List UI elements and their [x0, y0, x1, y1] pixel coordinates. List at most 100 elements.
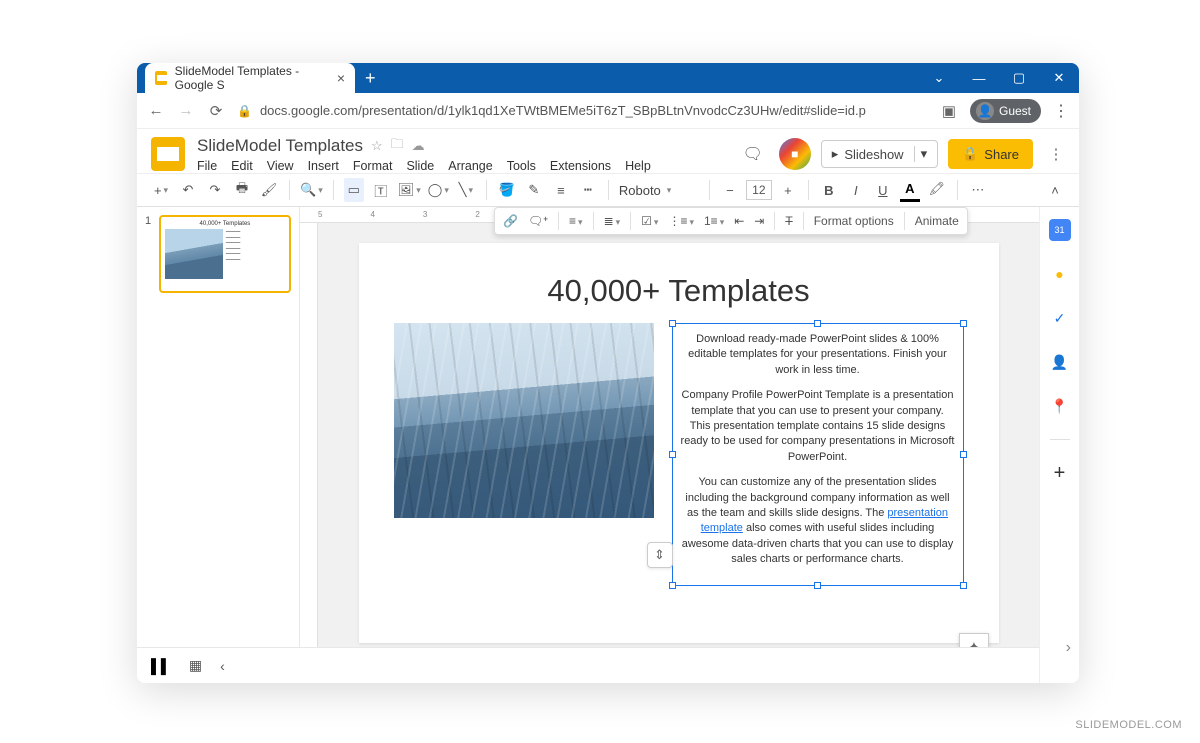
new-tab-button[interactable]: + — [365, 68, 376, 89]
font-size-decrease[interactable]: − — [720, 178, 740, 202]
resize-handle[interactable] — [960, 320, 967, 327]
font-size-increase[interactable]: + — [778, 178, 798, 202]
doc-title[interactable]: SlideModel Templates — [197, 136, 363, 156]
forward-icon[interactable]: → — [177, 102, 195, 119]
checklist-icon[interactable]: ☑▾ — [641, 214, 658, 228]
border-color-icon[interactable]: ✎ — [524, 178, 544, 202]
menu-tools[interactable]: Tools — [507, 159, 536, 173]
resize-handle[interactable] — [960, 582, 967, 589]
collapse-toolbar-icon[interactable]: ˄ — [1045, 178, 1065, 202]
clear-formatting-icon[interactable]: T — [785, 214, 792, 228]
resize-handle[interactable] — [814, 582, 821, 589]
numbered-list-icon[interactable]: 1≡▾ — [704, 214, 724, 228]
menu-extensions[interactable]: Extensions — [550, 159, 611, 173]
slide-image[interactable] — [394, 323, 654, 518]
bold-icon[interactable]: B — [819, 178, 839, 202]
menu-arrange[interactable]: Arrange — [448, 159, 492, 173]
keep-icon[interactable]: ● — [1049, 263, 1071, 285]
text-color-icon[interactable]: A — [900, 178, 920, 202]
line-spacing-icon[interactable]: ≣▾ — [604, 214, 621, 228]
select-tool-icon[interactable]: ▭ — [344, 178, 364, 202]
filmstrip-view-icon[interactable]: ▌▌ — [151, 658, 171, 674]
browser-titlebar: SlideModel Templates - Google S × + ⌄ — … — [137, 63, 1079, 93]
indent-decrease-icon[interactable]: ⇤ — [734, 214, 744, 228]
tab-search-icon[interactable]: ⌄ — [919, 63, 959, 93]
lock-icon: 🔒 — [237, 104, 252, 118]
maximize-icon[interactable]: ▢ — [999, 63, 1039, 93]
underline-icon[interactable]: U — [873, 178, 893, 202]
zoom-icon[interactable]: 🔍▾ — [300, 178, 323, 202]
image-icon[interactable]: 🖼▾ — [398, 178, 421, 202]
back-icon[interactable]: ← — [147, 102, 165, 119]
resize-handle[interactable] — [814, 320, 821, 327]
autofit-icon[interactable]: ⇕ — [647, 542, 673, 568]
line-icon[interactable]: ╲▾ — [456, 178, 476, 202]
indent-increase-icon[interactable]: ⇥ — [754, 214, 764, 228]
menu-format[interactable]: Format — [353, 159, 393, 173]
resize-handle[interactable] — [669, 582, 676, 589]
text-box-selected[interactable]: Download ready-made PowerPoint slides & … — [672, 323, 964, 586]
header-overflow-icon[interactable]: ⋮ — [1047, 145, 1065, 163]
textbox-icon[interactable]: 🅃 — [371, 178, 391, 202]
insert-link-icon[interactable]: 🔗 — [503, 214, 518, 228]
share-button[interactable]: 🔒 Share — [948, 139, 1033, 169]
install-icon[interactable]: ▣ — [940, 102, 958, 120]
undo-icon[interactable]: ↶ — [178, 178, 198, 202]
slide-canvas[interactable]: 40,000+ Templates — [359, 243, 999, 643]
align-icon[interactable]: ≡▾ — [569, 214, 583, 228]
comments-icon[interactable]: 🗨 — [737, 138, 769, 170]
menu-insert[interactable]: Insert — [308, 159, 339, 173]
browser-menu-icon[interactable]: ⋮ — [1053, 101, 1069, 121]
menu-view[interactable]: View — [267, 159, 294, 173]
print-icon[interactable]: 🖶 — [232, 178, 252, 202]
slideshow-button[interactable]: ▸ Slideshow ▾ — [821, 140, 938, 168]
menu-slide[interactable]: Slide — [406, 159, 434, 173]
font-size-input[interactable]: 12 — [746, 180, 772, 200]
tab-close-icon[interactable]: × — [337, 70, 345, 86]
paint-format-icon[interactable]: 🖌 — [259, 178, 279, 202]
url-field[interactable]: 🔒 docs.google.com/presentation/d/1ylk1qd… — [237, 103, 928, 118]
minimize-icon[interactable]: — — [959, 63, 999, 93]
meet-icon[interactable]: ■ — [779, 138, 811, 170]
resize-handle[interactable] — [669, 451, 676, 458]
menu-edit[interactable]: Edit — [231, 159, 253, 173]
maps-icon[interactable]: 📍 — [1049, 395, 1071, 417]
fill-color-icon[interactable]: 🪣 — [497, 178, 517, 202]
contextual-toolbar: 🔗 🗨⁺ ≡▾ ≣▾ ☑▾ ⋮≡▾ 1≡▾ ⇤ ⇥ T — [494, 207, 968, 235]
reload-icon[interactable]: ⟳ — [207, 102, 225, 120]
google-slides-logo[interactable] — [151, 137, 185, 171]
add-addon-icon[interactable]: + — [1049, 462, 1071, 484]
expand-panel-icon[interactable]: › — [1066, 639, 1071, 657]
slide-thumbnail-1[interactable]: 40,000+ Templates ━━━━━━━━━━━━━━━━━━━━━━… — [159, 215, 291, 293]
cloud-icon[interactable]: ☁ — [412, 138, 425, 154]
animate-button[interactable]: Animate — [915, 214, 959, 228]
star-icon[interactable]: ☆ — [371, 138, 383, 154]
slide-title[interactable]: 40,000+ Templates — [374, 273, 984, 309]
add-comment-icon[interactable]: 🗨⁺ — [528, 214, 548, 228]
border-weight-icon[interactable]: ≡ — [551, 178, 571, 202]
shape-icon[interactable]: ◯▾ — [428, 178, 449, 202]
font-select[interactable]: Roboto▾ — [619, 183, 699, 198]
browser-tab[interactable]: SlideModel Templates - Google S × — [145, 63, 355, 93]
menu-help[interactable]: Help — [625, 159, 651, 173]
italic-icon[interactable]: I — [846, 178, 866, 202]
tasks-icon[interactable]: ✓ — [1049, 307, 1071, 329]
profile-chip[interactable]: 👤 Guest — [970, 99, 1041, 123]
more-icon[interactable]: ⋯ — [968, 178, 988, 202]
menu-file[interactable]: File — [197, 159, 217, 173]
resize-handle[interactable] — [960, 451, 967, 458]
move-icon[interactable]: 🗀 — [391, 135, 404, 157]
redo-icon[interactable]: ↷ — [205, 178, 225, 202]
slideshow-dropdown-icon[interactable]: ▾ — [914, 146, 934, 162]
new-slide-button[interactable]: +▾ — [151, 178, 171, 202]
calendar-icon[interactable]: 31 — [1049, 219, 1071, 241]
resize-handle[interactable] — [669, 320, 676, 327]
border-dash-icon[interactable]: ┅ — [578, 178, 598, 202]
highlight-icon[interactable]: 🖍 — [927, 178, 947, 202]
format-options-button[interactable]: Format options — [814, 214, 894, 228]
contacts-icon[interactable]: 👤 — [1049, 351, 1071, 373]
grid-view-icon[interactable]: ▦ — [189, 657, 202, 674]
collapse-filmstrip-icon[interactable]: ‹ — [220, 658, 225, 674]
bulleted-list-icon[interactable]: ⋮≡▾ — [668, 214, 694, 228]
close-icon[interactable]: ✕ — [1039, 63, 1079, 93]
